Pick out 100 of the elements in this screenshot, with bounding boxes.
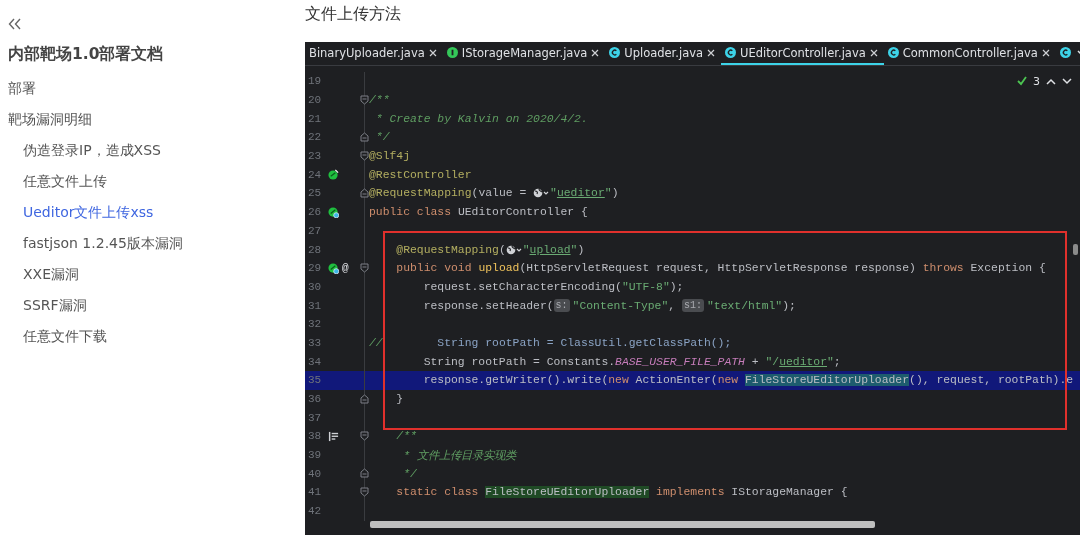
code-token: ": [604, 187, 612, 200]
gutter-mark[interactable]: @: [342, 262, 349, 275]
code-token: ;: [833, 355, 841, 368]
line-number: 34: [307, 355, 323, 368]
code-token: ": [827, 355, 834, 368]
nav-link[interactable]: 任意文件下载: [8, 321, 305, 352]
editor-tab[interactable]: IStorageManager.java: [442, 42, 606, 65]
line-number: 20: [307, 94, 323, 107]
globe-icon[interactable]: [505, 244, 523, 255]
parameter-hint: s1:: [681, 299, 704, 313]
code-token: * Create by Kalvin on 2020/4/2.: [374, 112, 588, 125]
interface-icon: [446, 47, 458, 58]
fold-icon[interactable]: [360, 468, 369, 479]
bean-icon[interactable]: [328, 262, 339, 274]
check-icon[interactable]: [1017, 76, 1027, 86]
nav-link[interactable]: 部署: [8, 73, 305, 104]
collapse-icon[interactable]: [8, 18, 22, 30]
bean-icon[interactable]: [328, 206, 339, 218]
code-token: /**: [395, 430, 417, 443]
doc-icon[interactable]: [328, 430, 339, 442]
fold-icon[interactable]: [360, 150, 369, 161]
code-token: (HttpServletRequest request, HttpServletResponse response): [519, 262, 917, 275]
fold-icon[interactable]: [360, 487, 369, 498]
line-number: 33: [307, 336, 323, 349]
code-token: * 文件上传目录实现类: [402, 448, 516, 463]
line-number: 21: [307, 112, 323, 125]
code-token: /**: [369, 94, 390, 107]
line-number: 36: [307, 393, 323, 406]
editor-tab[interactable]: Uploader.java: [605, 42, 722, 65]
inspection-count[interactable]: 3: [1033, 74, 1040, 88]
code-token: "text/html": [706, 299, 783, 312]
line-number: 23: [307, 150, 323, 163]
nav-link[interactable]: XXE漏洞: [8, 259, 305, 290]
code-token: IStorageManager {: [730, 486, 848, 499]
nav-link[interactable]: Ueditor文件上传xss: [8, 197, 305, 228]
editor-tab[interactable]: BinaryUploader.java: [305, 42, 443, 65]
close-icon[interactable]: [1041, 48, 1050, 57]
close-icon[interactable]: [428, 48, 437, 57]
code-token: +: [750, 355, 760, 368]
code-token: FileStoreUEditorUploader: [485, 486, 650, 499]
code-token: throws: [922, 262, 964, 275]
fold-icon[interactable]: [360, 262, 369, 273]
nav-link[interactable]: 伪造登录IP，造成XSS: [8, 135, 305, 166]
code-token: public class: [369, 206, 453, 219]
fold-icon[interactable]: [360, 393, 369, 404]
close-icon[interactable]: [869, 48, 878, 57]
class-icon: [609, 47, 621, 58]
code-token: ueditor: [779, 355, 827, 368]
fold-icon[interactable]: [360, 132, 369, 143]
fold-icon[interactable]: [360, 431, 369, 442]
nav-link[interactable]: 靶场漏洞明细: [8, 104, 305, 135]
line-number: 26: [307, 206, 323, 219]
scrollbar-thumb[interactable]: [1073, 244, 1078, 255]
nav-link[interactable]: fastjson 1.2.45版本漏洞: [8, 228, 305, 259]
line-number: 27: [307, 224, 323, 237]
code-token: UEditorController {: [457, 206, 588, 219]
code-token: FileStoreUEditorUploader: [745, 374, 910, 387]
code-token: @RestController: [369, 168, 472, 181]
line-number: 25: [307, 187, 323, 200]
scrollbar-thumb[interactable]: [370, 521, 875, 528]
code-token: ueditor: [556, 187, 605, 200]
code-token: String rootPath = Constants.: [422, 355, 616, 368]
line-number: 24: [307, 168, 323, 181]
code-token: String rootPath = ClassUtil.getClassPath();: [436, 336, 732, 349]
close-icon[interactable]: [707, 48, 716, 57]
nav-link[interactable]: 任意文件上传: [8, 166, 305, 197]
section-heading: 文件上传方法: [305, 4, 401, 23]
line-number: 30: [307, 280, 323, 293]
parameter-hint: s:: [553, 299, 570, 313]
line-number: 29: [307, 262, 323, 275]
code-token: "Content-Type": [572, 299, 669, 312]
close-icon[interactable]: [591, 48, 600, 57]
document-title: 内部靶场1.0部署文档: [8, 44, 164, 65]
code-token: ): [577, 243, 585, 256]
code-token: ,: [668, 299, 677, 312]
fold-icon[interactable]: [360, 94, 369, 105]
code-token: "/: [765, 355, 780, 368]
class-icon: [1059, 47, 1071, 58]
fold-icon[interactable]: [360, 188, 369, 199]
code-token: upload: [478, 262, 520, 275]
code-token: ": [570, 243, 578, 256]
code-token: //: [369, 336, 383, 349]
code-token: new: [608, 374, 629, 387]
editor-tab[interactable]: CommonController.java: [883, 42, 1056, 65]
code-token: upload: [529, 243, 571, 256]
line-number: 35: [307, 374, 323, 387]
line-number: 38: [307, 430, 323, 443]
class-icon: [725, 47, 737, 58]
code-token: @RequestMapping: [369, 187, 472, 200]
globe-icon[interactable]: [533, 188, 551, 199]
chevron-up-icon[interactable]: [1046, 77, 1056, 85]
bean-icon[interactable]: [328, 169, 339, 181]
code-token: response.setHeader(: [422, 299, 554, 312]
line-number: 42: [307, 505, 323, 518]
code-token: "UTF-8": [621, 280, 670, 293]
code-token: @RequestMapping: [395, 243, 499, 256]
line-number: 31: [307, 299, 323, 312]
code-token: ): [611, 187, 619, 200]
nav-link[interactable]: SSRF漏洞: [8, 290, 305, 321]
code-token: request.setCharacterEncoding(: [422, 280, 622, 293]
